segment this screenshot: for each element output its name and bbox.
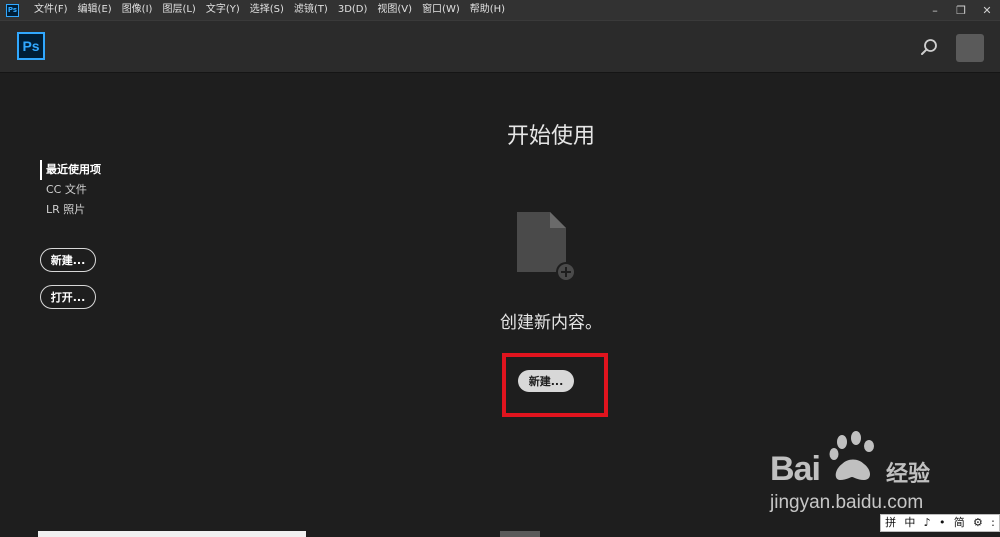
menu-layer[interactable]: 图层(L)	[157, 0, 200, 20]
minimize-icon[interactable]: –	[922, 0, 948, 20]
menu-window[interactable]: 窗口(W)	[417, 0, 465, 20]
watermark-url: jingyan.baidu.com	[770, 492, 924, 513]
ime-toolbar: 拼 中 ♪ • 简 ⚙ :	[880, 514, 1000, 532]
window-controls: – ❐ ✕	[922, 0, 1000, 20]
photoshop-app-icon[interactable]: Ps	[6, 3, 19, 17]
ime-simplified-icon[interactable]: 简	[954, 515, 965, 531]
close-icon[interactable]: ✕	[974, 0, 1000, 20]
highlight-annotation-box	[502, 353, 608, 417]
avatar[interactable]	[956, 34, 984, 62]
menu-filter[interactable]: 滤镜(T)	[289, 0, 333, 20]
sidebar-item-recent[interactable]: 最近使用项	[40, 160, 101, 180]
ime-moon-icon[interactable]: ♪	[924, 515, 931, 531]
menu-3d[interactable]: 3D(D)	[333, 0, 373, 20]
menu-file[interactable]: 文件(F)	[29, 0, 73, 20]
paw-icon	[829, 431, 874, 480]
search-icon[interactable]	[918, 36, 940, 58]
menu-items: 文件(F) 编辑(E) 图像(I) 图层(L) 文字(Y) 选择(S) 滤镜(T…	[29, 0, 510, 20]
menu-type[interactable]: 文字(Y)	[201, 0, 245, 20]
ime-settings-icon[interactable]: ⚙	[973, 515, 983, 531]
bottom-scroll-handle	[500, 531, 540, 537]
menu-view[interactable]: 视图(V)	[372, 0, 417, 20]
menu-image[interactable]: 图像(I)	[117, 0, 158, 20]
sidebar-item-lr-photos[interactable]: LR 照片	[40, 200, 101, 220]
ime-more-icon[interactable]: :	[991, 515, 995, 531]
home-header: Ps	[0, 20, 1000, 73]
sidebar-item-cc-files[interactable]: CC 文件	[40, 180, 101, 200]
sidebar-open-button[interactable]: 打开...	[40, 285, 96, 309]
bottom-strip	[38, 531, 306, 537]
menu-select[interactable]: 选择(S)	[245, 0, 289, 20]
watermark-jingyan-text: 经验	[886, 462, 931, 487]
ime-punct-icon[interactable]: •	[939, 515, 946, 531]
watermark-logo-text: Bai	[770, 450, 821, 488]
menu-help[interactable]: 帮助(H)	[465, 0, 510, 20]
sidebar-nav: 最近使用项 CC 文件 LR 照片	[40, 160, 101, 220]
create-new-content-text: 创建新内容。	[500, 313, 602, 333]
restore-icon[interactable]: ❐	[948, 0, 974, 20]
baidu-watermark: Bai 经验 jingyan.baidu.com	[760, 428, 960, 518]
new-document-icon	[517, 212, 576, 282]
page-title: 开始使用	[506, 124, 595, 149]
photoshop-logo: Ps	[17, 32, 45, 60]
ime-pinyin-icon[interactable]: 拼	[885, 515, 896, 531]
sidebar-new-button[interactable]: 新建...	[40, 248, 96, 272]
ime-chinese-icon[interactable]: 中	[904, 515, 915, 531]
menu-bar: Ps 文件(F) 编辑(E) 图像(I) 图层(L) 文字(Y) 选择(S) 滤…	[0, 0, 1000, 20]
menu-edit[interactable]: 编辑(E)	[73, 0, 117, 20]
